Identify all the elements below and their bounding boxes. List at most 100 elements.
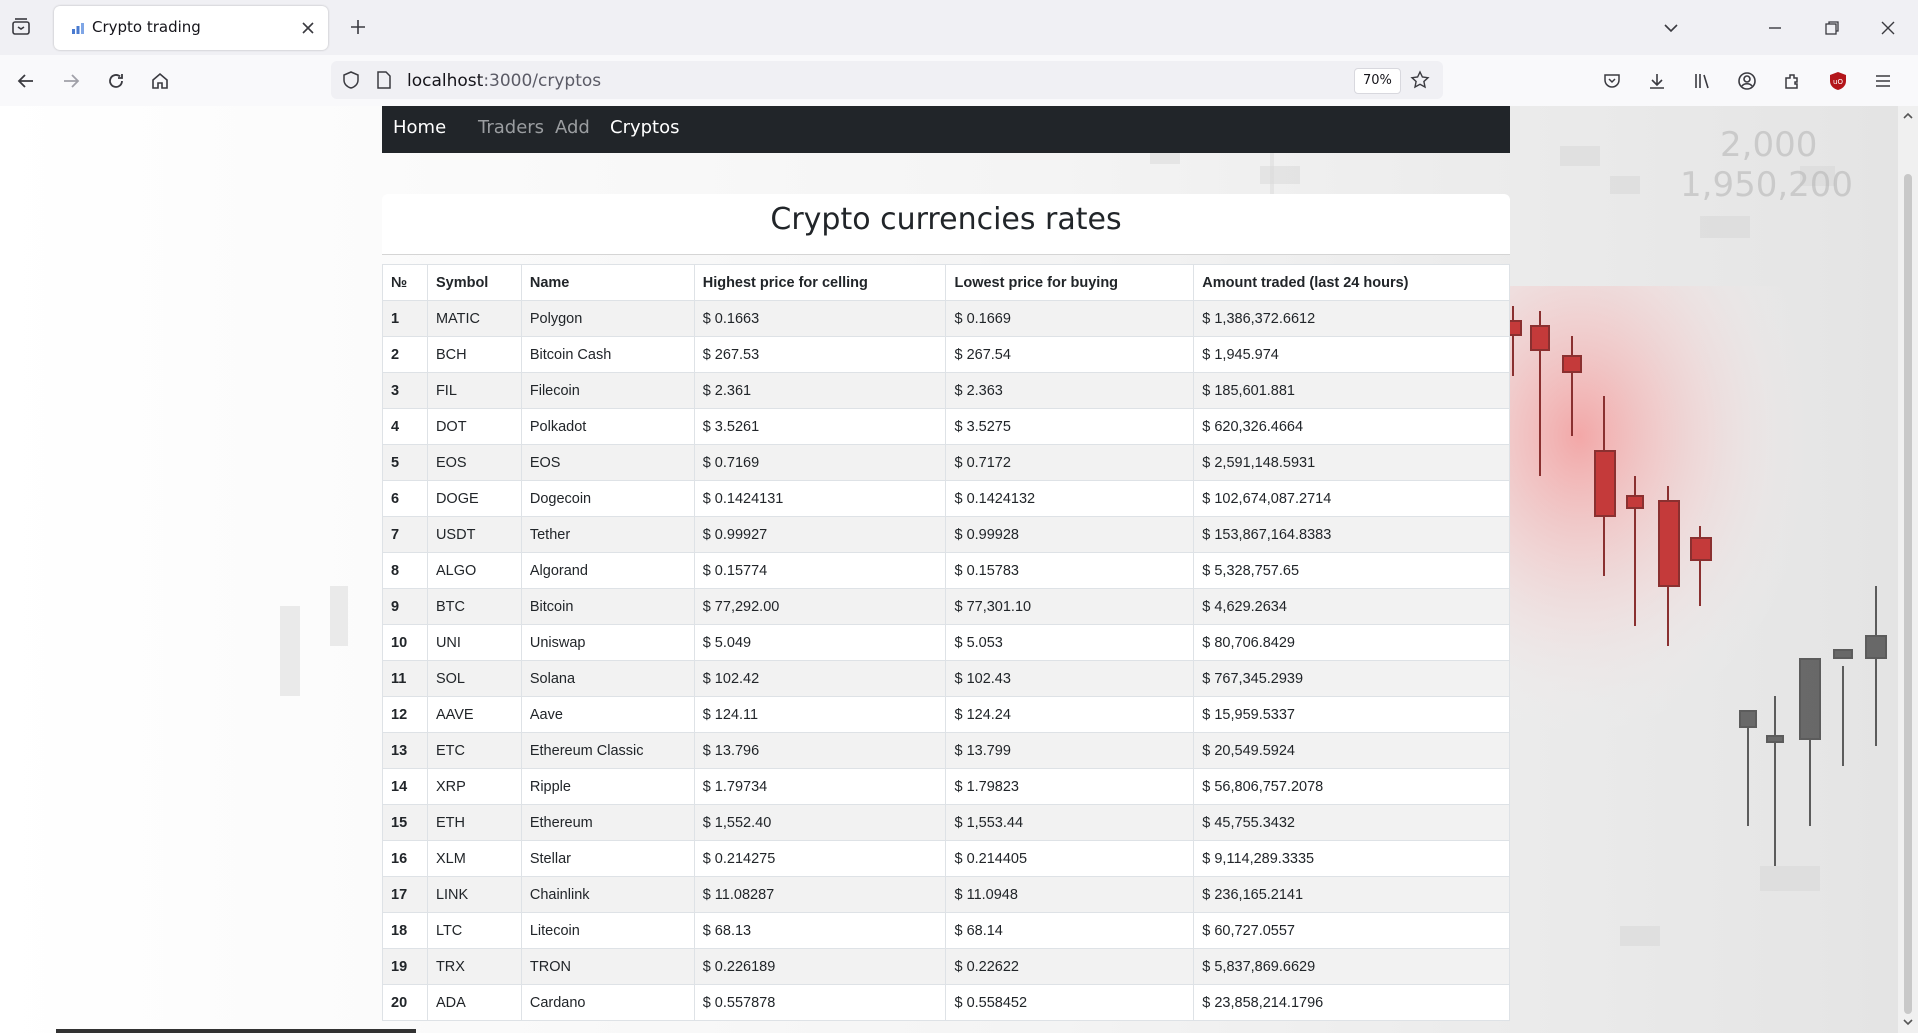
window-close-icon[interactable]: [1873, 13, 1903, 43]
table-cell: $ 2.363: [945, 372, 1195, 409]
page-viewport: 2,000 1,950,200 Home Traders Add Cryptos…: [0, 106, 1898, 1033]
table-cell: $ 0.214405: [945, 840, 1195, 877]
nav-cryptos-link[interactable]: Cryptos: [610, 117, 680, 138]
nav-home-link[interactable]: Home: [393, 117, 446, 138]
scroll-down-arrow-icon[interactable]: [1902, 1016, 1914, 1028]
table-cell: ADA: [426, 984, 522, 1021]
table-cell: $ 102,674,087.2714: [1193, 480, 1510, 517]
table-cell: 19: [382, 948, 428, 985]
reload-icon[interactable]: [100, 65, 132, 97]
url-text[interactable]: localhost:3000/cryptos: [407, 71, 601, 91]
back-arrow-icon[interactable]: [10, 65, 42, 97]
library-icon[interactable]: [1687, 66, 1717, 96]
table-row: 2 BCH Bitcoin Cash $ 267.53 $ 267.54 $ 1,945.…: [382, 336, 1510, 373]
column-header: Amount traded (last 24 hours): [1193, 264, 1510, 301]
column-header: Highest price for celling: [693, 264, 947, 301]
table-cell: $ 767,345.2939: [1193, 660, 1510, 697]
svg-text:2,000: 2,000: [1720, 125, 1817, 165]
plus-icon[interactable]: [346, 15, 370, 39]
vertical-scrollbar[interactable]: [1898, 106, 1918, 1033]
table-cell: XLM: [426, 840, 522, 877]
table-cell: 5: [382, 444, 428, 481]
table-header-row: № Symbol Name Highest price for celling …: [382, 264, 1510, 301]
column-header: Symbol: [426, 264, 522, 301]
list-all-tabs-icon[interactable]: [1656, 13, 1686, 43]
browser-tab[interactable]: Crypto trading: [54, 6, 328, 50]
minimize-icon[interactable]: [1760, 13, 1790, 43]
shield-icon[interactable]: [341, 70, 361, 94]
table-cell: MATIC: [426, 300, 522, 337]
table-cell: 2: [382, 336, 428, 373]
table-cell: 14: [382, 768, 428, 805]
url-path: :3000/cryptos: [483, 71, 602, 91]
table-cell: $ 4,629.2634: [1193, 588, 1510, 625]
download-icon[interactable]: [1642, 66, 1672, 96]
table-cell: 12: [382, 696, 428, 733]
zoom-level-badge[interactable]: 70%: [1354, 68, 1401, 94]
table-cell: $ 0.226189: [693, 948, 947, 985]
table-cell: Tether: [520, 516, 695, 553]
table-cell: $ 0.7172: [945, 444, 1195, 481]
table-cell: UNI: [426, 624, 522, 661]
table-cell: $ 5.049: [693, 624, 947, 661]
page-title: Crypto currencies rates: [770, 202, 1122, 237]
table-cell: $ 56,806,757.2078: [1193, 768, 1510, 805]
table-cell: $ 20,549.5924: [1193, 732, 1510, 769]
browser-tab-bar: Crypto trading: [0, 0, 1918, 55]
table-cell: Algorand: [520, 552, 695, 589]
table-cell: SOL: [426, 660, 522, 697]
tab-title: Crypto trading: [92, 18, 201, 36]
star-icon[interactable]: [1407, 67, 1433, 93]
table-cell: 18: [382, 912, 428, 949]
table-cell: BCH: [426, 336, 522, 373]
scrollbar-thumb[interactable]: [1904, 174, 1912, 1014]
account-icon[interactable]: [1732, 66, 1762, 96]
table-cell: 13: [382, 732, 428, 769]
nav-traders-link[interactable]: Traders: [478, 117, 544, 138]
table-row: 4 DOT Polkadot $ 3.5261 $ 3.5275 $ 620,326.46…: [382, 408, 1510, 445]
table-row: 12 AAVE Aave $ 124.11 $ 124.24 $ 15,959.5337: [382, 696, 1510, 733]
svg-text:uO: uO: [1833, 78, 1843, 86]
table-cell: $ 1.79734: [693, 768, 947, 805]
table-cell: BTC: [426, 588, 522, 625]
table-cell: ALGO: [426, 552, 522, 589]
table-cell: $ 124.11: [693, 696, 947, 733]
table-cell: $ 5,328,757.65: [1193, 552, 1510, 589]
restore-icon[interactable]: [1817, 13, 1847, 43]
horizontal-scrollbar-thumb[interactable]: [56, 1029, 416, 1033]
table-row: 7 USDT Tether $ 0.99927 $ 0.99928 $ 153,867,1…: [382, 516, 1510, 553]
home-icon[interactable]: [144, 65, 176, 97]
table-cell: $ 3.5261: [693, 408, 947, 445]
ublock-icon[interactable]: uO: [1823, 66, 1853, 96]
table-cell: $ 0.15774: [693, 552, 947, 589]
table-cell: AAVE: [426, 696, 522, 733]
close-icon[interactable]: [298, 18, 318, 38]
table-cell: $ 68.14: [945, 912, 1195, 949]
table-cell: $ 1.79823: [945, 768, 1195, 805]
url-bar[interactable]: localhost:3000/cryptos 70%: [331, 61, 1443, 99]
forward-arrow-icon[interactable]: [55, 65, 87, 97]
pocket-icon[interactable]: [1597, 66, 1627, 96]
scroll-up-arrow-icon[interactable]: [1902, 110, 1914, 122]
table-cell: Ripple: [520, 768, 695, 805]
table-cell: $ 1,386,372.6612: [1193, 300, 1510, 337]
table-cell: $ 1,553.44: [945, 804, 1195, 841]
hamburger-menu-icon[interactable]: [1868, 66, 1898, 96]
extensions-icon[interactable]: [1777, 66, 1807, 96]
table-cell: $ 45,755.3432: [1193, 804, 1510, 841]
table-cell: Bitcoin: [520, 588, 695, 625]
table-cell: Aave: [520, 696, 695, 733]
table-cell: $ 77,301.10: [945, 588, 1195, 625]
table-cell: $ 0.99927: [693, 516, 947, 553]
tab-list-icon[interactable]: [6, 12, 36, 42]
page-icon[interactable]: [375, 70, 393, 94]
table-cell: $ 2,591,148.5931: [1193, 444, 1510, 481]
table-cell: $ 9,114,289.3335: [1193, 840, 1510, 877]
table-cell: $ 68.13: [693, 912, 947, 949]
column-header: Name: [520, 264, 695, 301]
nav-add-link[interactable]: Add: [555, 117, 590, 138]
table-cell: 1: [382, 300, 428, 337]
table-cell: 15: [382, 804, 428, 841]
table-row: 6 DOGE Dogecoin $ 0.1424131 $ 0.1424132 $ 102…: [382, 480, 1510, 517]
table-cell: $ 1,552.40: [693, 804, 947, 841]
